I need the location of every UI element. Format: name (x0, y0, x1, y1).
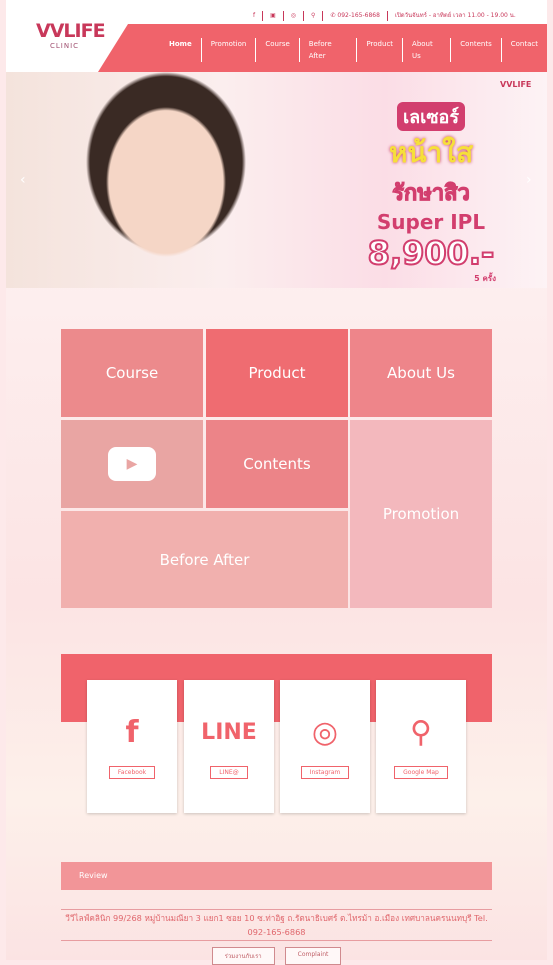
hero-slider[interactable]: VVLIFE เลเซอร์ หน้าใส รักษาสิว Super IPL… (6, 72, 547, 288)
instagram-icon[interactable]: ◎ (282, 11, 303, 21)
nav-about[interactable]: About Us (402, 38, 450, 62)
line-card[interactable]: LINE LINE@ (184, 680, 274, 813)
instagram-card[interactable]: ◎ Instagram (280, 680, 370, 813)
phone-number: 092-165-6868 (337, 12, 380, 19)
map-label[interactable]: Google Map (394, 766, 448, 779)
prev-arrow-icon[interactable]: ‹ (20, 172, 26, 188)
logo-text: VVLIFE (36, 20, 106, 42)
instagram-label[interactable]: Instagram (300, 766, 350, 779)
address: วีวีไลฟ์คลินิก 99/268 หมู่บ้านมณียา 3 แย… (61, 909, 492, 941)
tile-video[interactable]: ▶ (61, 420, 203, 508)
main-nav: Home Promotion Course Before After Produ… (160, 38, 547, 62)
nav-promotion[interactable]: Promotion (200, 38, 256, 62)
header: VVLIFE CLINIC f ▣ ◎ ⚲ ✆ 092-165-6868 เปิด… (6, 0, 547, 72)
footer-buttons: ร่วมงานกับเรา Complaint (6, 947, 547, 965)
logo[interactable]: VVLIFE CLINIC (36, 20, 116, 60)
logo-sub: CLINIC (50, 42, 80, 50)
line-label[interactable]: LINE@ (210, 766, 248, 779)
hours: เปิดวันจันทร์ - อาทิตย์ เวลา 11.00 - 19.… (386, 11, 523, 21)
play-icon[interactable]: ▶ (108, 447, 156, 481)
tile-promotion[interactable]: Promotion (350, 420, 492, 608)
promo-note: 5 ครั้ง (474, 274, 496, 283)
tile-course[interactable]: Course (61, 329, 203, 417)
promo-line2: หน้าใส (388, 136, 474, 169)
tile-before-after[interactable]: Before After (61, 511, 348, 608)
page: VVLIFE CLINIC f ▣ ◎ ⚲ ✆ 092-165-6868 เปิด… (6, 0, 547, 965)
complaint-button[interactable]: Complaint (284, 947, 342, 965)
map-pin-icon: ⚲ (410, 714, 432, 750)
hero-model-image (86, 72, 246, 288)
nav-product[interactable]: Product (356, 38, 402, 62)
nav-course[interactable]: Course (255, 38, 298, 62)
line-icon[interactable]: ▣ (262, 11, 283, 21)
promo-line4: Super IPL (376, 210, 486, 234)
map-card[interactable]: ⚲ Google Map (376, 680, 466, 813)
facebook-card[interactable]: f Facebook (87, 680, 177, 813)
tile-product[interactable]: Product (206, 329, 348, 417)
hero-logo: VVLIFE (500, 80, 532, 89)
facebook-label[interactable]: Facebook (108, 766, 156, 779)
facebook-icon[interactable]: f (246, 11, 262, 21)
promo-line3: รักษาสิว (392, 181, 471, 207)
line-icon: LINE (201, 719, 257, 745)
join-us-button[interactable]: ร่วมงานกับเรา (211, 947, 275, 965)
tile-contents[interactable]: Contents (206, 420, 348, 508)
next-arrow-icon[interactable]: › (526, 172, 532, 188)
facebook-icon: f (125, 714, 139, 750)
top-bar: f ▣ ◎ ⚲ ✆ 092-165-6868 เปิดวันจันทร์ - อ… (246, 11, 523, 21)
tile-about[interactable]: About Us (350, 329, 492, 417)
nav-before-after[interactable]: Before After (298, 38, 357, 62)
hero-promo: เลเซอร์ หน้าใส รักษาสิว Super IPL 8,900.… (336, 102, 526, 285)
nav-home[interactable]: Home (160, 38, 201, 62)
phone[interactable]: ✆ 092-165-6868 (322, 11, 386, 21)
nav-contents[interactable]: Contents (450, 38, 501, 62)
map-pin-icon[interactable]: ⚲ (303, 11, 322, 21)
nav-contact[interactable]: Contact (500, 38, 547, 62)
promo-price: 8,900.- (367, 233, 496, 273)
review-bar[interactable]: Review (61, 862, 492, 890)
instagram-icon: ◎ (311, 714, 339, 750)
promo-line1: เลเซอร์ (396, 102, 466, 131)
